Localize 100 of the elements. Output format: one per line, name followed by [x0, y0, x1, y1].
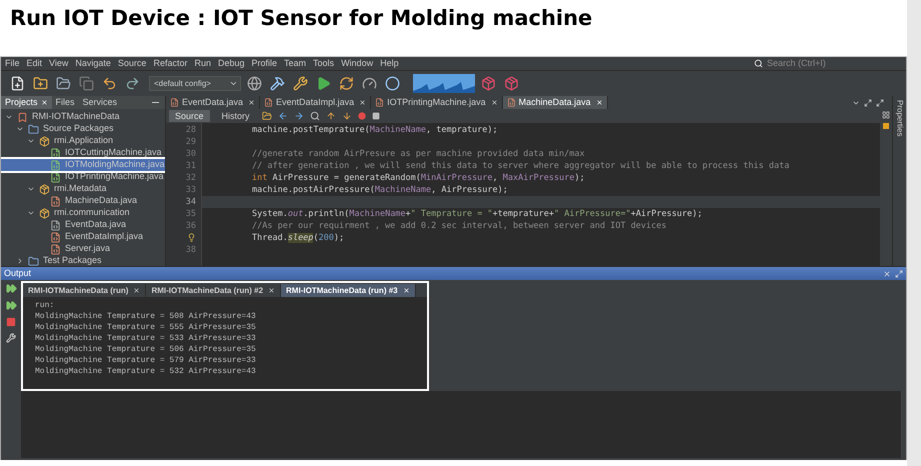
line-number: 31 [186, 160, 196, 172]
find-icon[interactable] [310, 111, 320, 121]
close-icon[interactable] [490, 99, 498, 106]
menu-item[interactable]: Help [380, 56, 399, 70]
menu-item[interactable]: Run [194, 56, 211, 70]
line-number: 35 [186, 208, 196, 220]
tree-item[interactable]: EventData.java [1, 219, 165, 231]
java-file-icon [50, 244, 61, 254]
view-tab[interactable]: Source [169, 110, 210, 122]
close-icon[interactable] [133, 287, 140, 294]
tree-item[interactable]: Test Packages [1, 255, 165, 266]
view-tab[interactable]: History [216, 110, 256, 122]
output-tab[interactable]: RMI-IOTMachineData (run) #3 [281, 284, 416, 297]
close-icon[interactable] [248, 99, 256, 106]
up-icon[interactable] [326, 111, 336, 121]
menu-item[interactable]: Profile [252, 56, 278, 70]
panel-tab[interactable]: Services [78, 96, 122, 109]
code-line: Thread.sleep(200); [251, 232, 346, 244]
tree-item[interactable]: Server.java [1, 243, 165, 255]
page-title: Run IOT Device : IOT Sensor for Molding machine [10, 5, 594, 32]
search-icon [754, 59, 763, 68]
forward-icon[interactable] [294, 111, 304, 121]
java-file-icon [50, 220, 61, 230]
menu-item[interactable]: Navigate [75, 56, 111, 70]
output-line: run: [35, 300, 54, 311]
java-file-icon [264, 98, 274, 107]
tree-item[interactable]: Source Packages [1, 123, 165, 135]
output-title: Output [4, 266, 32, 280]
stop-icon[interactable] [6, 317, 16, 327]
menu-item[interactable]: View [49, 56, 68, 70]
expand-icon[interactable] [27, 209, 35, 217]
java-file-icon [50, 172, 61, 182]
menu-item[interactable]: Refactor [153, 56, 188, 70]
tree-item[interactable]: rmi.communication [1, 207, 165, 219]
line-number: 30 [186, 148, 196, 160]
output-line: MoldingMachine Temprature = 506 AirPressure=35 [35, 344, 256, 355]
java-file-icon [375, 98, 384, 107]
output-line: MoldingMachine Temprature = 579 AirPressure=33 [35, 355, 256, 366]
settings-icon[interactable] [6, 333, 16, 343]
output-line: MoldingMachine Temprature = 532 AirPressure=43 [35, 366, 256, 377]
panel-tab[interactable]: Files [52, 96, 79, 109]
menu-item[interactable]: Debug [218, 56, 245, 70]
tree-item[interactable]: rmi.Application [1, 135, 165, 147]
rerun-icon[interactable] [6, 283, 16, 294]
java-file-icon [170, 98, 179, 107]
rerun-icon[interactable] [6, 300, 16, 311]
collapse-icon[interactable] [16, 257, 24, 265]
menu-item[interactable]: File [5, 56, 20, 70]
menu-item[interactable]: Tools [313, 56, 334, 70]
output-line: MoldingMachine Temprature = 555 AirPressure=35 [35, 322, 256, 333]
java-file-icon [50, 196, 61, 206]
menu-item[interactable]: Window [341, 56, 374, 70]
config-dropdown[interactable]: <default config> [149, 76, 241, 91]
restore-icon[interactable] [895, 270, 903, 278]
menu-item[interactable]: Edit [26, 56, 42, 70]
menu-item[interactable]: Team [284, 56, 306, 70]
close-icon[interactable] [883, 270, 891, 278]
panel-tab[interactable]: Projects [1, 96, 52, 109]
java-file-icon [50, 232, 61, 242]
grid-icon[interactable] [882, 111, 890, 119]
restore-icon[interactable] [864, 98, 872, 106]
record-icon[interactable] [358, 112, 366, 120]
java-file-icon [50, 160, 61, 170]
tree-item[interactable]: IOTCuttingMachine.java [1, 147, 165, 159]
output-line: MoldingMachine Temprature = 508 AirPressure=43 [35, 311, 256, 322]
line-number: 33 [186, 184, 196, 196]
folder-icon [28, 124, 39, 134]
tree-item[interactable]: EventDataImpl.java [1, 231, 165, 243]
close-icon[interactable] [268, 287, 276, 294]
restore-icon[interactable] [876, 98, 884, 106]
package-icon [39, 208, 50, 218]
project-icon [17, 112, 28, 122]
down-icon[interactable] [342, 111, 352, 121]
code-line: machine.postTemprature(MachineName, temprature); [251, 124, 499, 136]
stop-icon[interactable] [372, 112, 380, 120]
back-icon[interactable] [278, 111, 288, 121]
line-number: 36 [186, 220, 196, 232]
package-icon [39, 184, 50, 194]
tree-item[interactable]: RMI-IOTMachineData [1, 111, 165, 123]
line-number: 32 [186, 172, 196, 184]
caret-icon [229, 79, 238, 88]
line-number: 29 [186, 136, 196, 148]
line-number: 38 [186, 244, 196, 256]
java-file-icon [506, 98, 516, 107]
expand-icon[interactable] [27, 185, 35, 193]
code-line: //As per our requirment , we add 0.2 sec interval, between server and IOT devices [251, 220, 668, 232]
package-icon [39, 136, 50, 146]
close-icon[interactable] [359, 99, 366, 106]
line-number: 34 [186, 196, 196, 208]
line-number: 28 [186, 124, 196, 136]
tree-item[interactable]: MachineData.java [1, 195, 165, 207]
toolbar-icon[interactable] [262, 111, 272, 121]
hint-bulb-icon[interactable] [187, 233, 196, 242]
code-line: //generate random AirPresure as per machine provided data min/max [251, 148, 586, 160]
code-line: machine.postAirPressure(MachineName, AirPressure); [251, 184, 509, 196]
tree-item[interactable]: rmi.Metadata [1, 183, 165, 195]
editor-tab[interactable]: MachineData.java [502, 96, 608, 109]
side-panel-tab[interactable]: Properties [894, 100, 906, 136]
tree-item[interactable]: IOTPrintingMachine.java [1, 171, 165, 183]
menu-item[interactable]: Source [118, 56, 146, 70]
